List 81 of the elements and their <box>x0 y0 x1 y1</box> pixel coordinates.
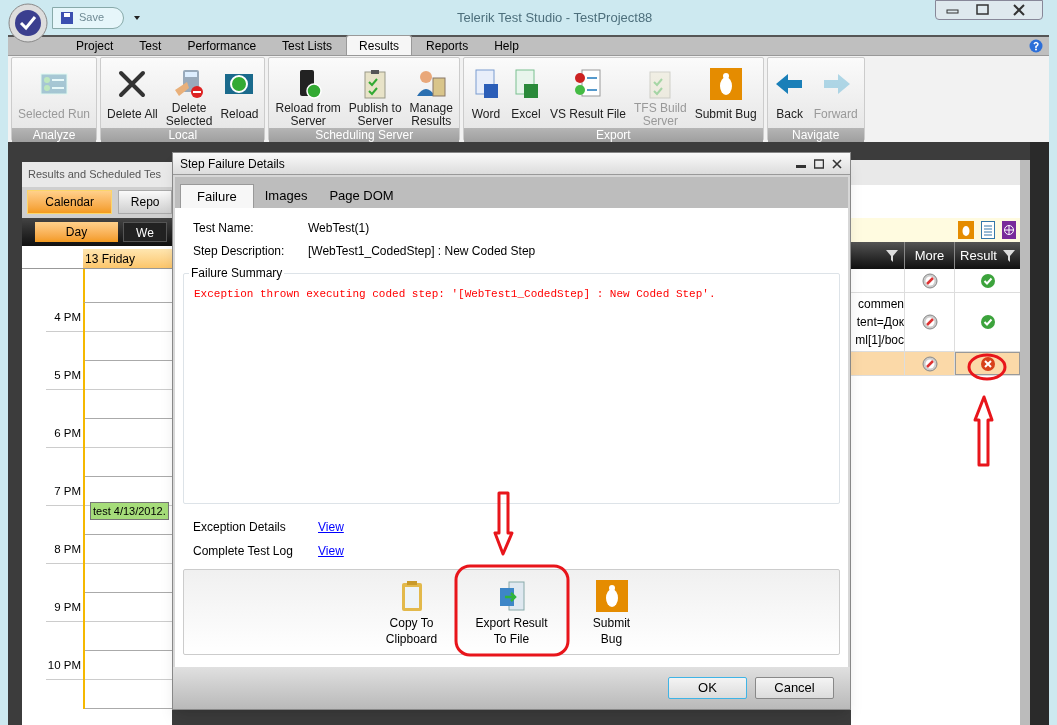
bug-icon[interactable] <box>958 221 974 239</box>
action-button[interactable]: Copy To Clipboard <box>373 580 450 654</box>
bug-icon <box>709 68 742 100</box>
dialog-button[interactable]: OK <box>668 677 747 699</box>
calculator-delete-icon <box>173 68 206 100</box>
no-entry-icon[interactable] <box>921 314 938 330</box>
annotation-arrow <box>493 491 514 556</box>
action-button[interactable]: Submit Bug <box>573 580 650 654</box>
filter-icon[interactable] <box>886 248 898 263</box>
table-cell-text: ml[1]/boc <box>855 332 904 349</box>
annotation-arrow <box>973 395 994 467</box>
globe-icon[interactable] <box>1002 221 1016 239</box>
document-icon[interactable] <box>981 221 995 239</box>
ribbon-tab[interactable]: Test <box>127 37 174 55</box>
close-icon[interactable] <box>832 158 842 169</box>
view-tab[interactable]: Calendar <box>27 190 113 214</box>
ribbon-button[interactable]: Reload from Server <box>272 68 344 128</box>
ribbon-button[interactable]: Reload <box>217 68 262 128</box>
hour-label: 9 PM <box>54 601 81 613</box>
grid-row[interactable]: commen tent=Док ml[1]/boc <box>851 293 1020 352</box>
annotation-circle <box>967 353 1007 381</box>
column-header[interactable]: Result <box>955 242 1020 269</box>
grid-row[interactable] <box>851 269 1020 293</box>
filter-icon[interactable] <box>1002 248 1015 263</box>
field-label: Step Description: <box>193 242 286 260</box>
field-label: Test Name: <box>193 219 255 237</box>
summary-legend: Failure Summary <box>189 265 285 281</box>
dialog-button[interactable]: Cancel <box>755 677 834 699</box>
clipboard-icon <box>400 580 423 612</box>
hour-label: 4 PM <box>54 311 81 323</box>
action-button[interactable]: Export Result To File <box>473 580 550 654</box>
dialog-title: Step Failure Details <box>180 155 285 173</box>
save-button[interactable]: Save <box>52 6 124 29</box>
dropdown-caret-icon[interactable] <box>134 15 140 20</box>
appointment[interactable]: test 4/13/2012. <box>90 502 169 520</box>
ribbon-button[interactable]: Submit Bug <box>691 68 760 128</box>
dialog-tab[interactable]: Images <box>253 184 319 208</box>
window-title: Telerik Test Studio - TestProject88 <box>457 8 653 27</box>
view-tab[interactable]: Repo <box>118 190 172 214</box>
hour-label: 5 PM <box>54 369 81 381</box>
link-label: Complete Test Log <box>193 542 294 560</box>
hour-label: 10 PM <box>47 659 81 671</box>
ribbon-button[interactable]: Delete Selected <box>162 68 216 128</box>
bug-icon <box>595 580 628 612</box>
ribbon-button[interactable]: Excel <box>506 68 545 128</box>
hour-label: 8 PM <box>54 543 81 555</box>
range-tab[interactable]: Day <box>35 222 118 242</box>
ribbon-tab[interactable]: Test Lists <box>270 37 345 55</box>
view-link[interactable]: View <box>318 541 344 560</box>
range-tab[interactable]: We <box>123 222 167 242</box>
ribbon-tab[interactable]: Project <box>64 37 126 55</box>
dialog-tab[interactable]: Failure <box>180 184 254 208</box>
summary-text: Exception thrown executing coded step: '[WebTest1_CodedStep] : New Coded Step'. <box>194 287 717 302</box>
panel-title: Results and Scheduled Tes <box>22 162 172 187</box>
ribbon-tab[interactable]: Results <box>346 35 413 55</box>
ribbon-tab[interactable]: Performance <box>175 37 269 55</box>
hour-label: 7 PM <box>54 485 81 497</box>
day-header: 13 Friday <box>83 249 172 268</box>
ribbon-button[interactable]: Word <box>466 68 505 128</box>
field-value: WebTest(1) <box>308 219 370 237</box>
no-entry-icon[interactable] <box>921 355 938 372</box>
no-entry-icon[interactable] <box>921 272 938 289</box>
grid-row[interactable] <box>851 352 1020 376</box>
export-file-icon <box>498 580 525 612</box>
help-icon[interactable] <box>1029 39 1043 53</box>
hour-label: 6 PM <box>54 427 81 439</box>
view-link[interactable]: View <box>318 517 344 536</box>
ribbon-button[interactable]: Manage Results <box>406 68 456 128</box>
ribbon-tab[interactable]: Help <box>482 37 531 55</box>
ribbon-tab[interactable]: Reports <box>414 37 481 55</box>
maximize-icon[interactable] <box>814 158 824 169</box>
link-label: Exception Details <box>193 518 287 536</box>
field-value: [WebTest1_CodedStep] : New Coded Step <box>308 242 536 260</box>
dialog-tab[interactable]: Page DOM <box>318 184 405 208</box>
table-cell-text: tent=Док <box>856 314 904 331</box>
ribbon-button[interactable]: Publish to Server <box>345 68 405 128</box>
person-clipboard-icon <box>415 68 448 100</box>
ribbon-button[interactable]: Back <box>770 68 809 128</box>
ribbon-button[interactable]: VS Result File <box>546 68 629 128</box>
ribbon-button[interactable]: Delete All <box>104 68 161 128</box>
table-cell-text: commen <box>858 296 904 313</box>
